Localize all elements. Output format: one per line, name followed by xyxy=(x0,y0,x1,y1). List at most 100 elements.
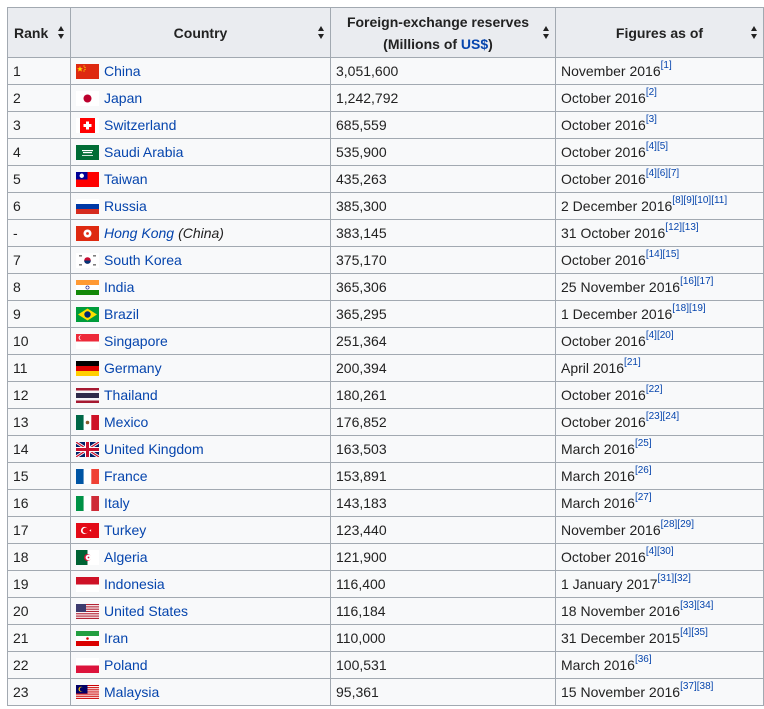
country-link[interactable]: Italy xyxy=(104,495,130,511)
south-korea-flag-icon[interactable] xyxy=(76,252,99,268)
country-link[interactable]: United Kingdom xyxy=(104,441,204,457)
china-flag-icon[interactable] xyxy=(76,63,99,79)
reference-links[interactable]: [31][32] xyxy=(658,573,691,584)
reserves-cell: 685,559 xyxy=(330,111,556,139)
country-link[interactable]: South Korea xyxy=(104,252,182,268)
figures-as-of-header-label: Figures as of xyxy=(615,24,704,41)
taiwan-flag-icon[interactable] xyxy=(76,171,99,187)
sort-icon[interactable] xyxy=(751,25,758,40)
reference-links[interactable]: [4][6][7] xyxy=(646,168,679,179)
country-link[interactable]: Taiwan xyxy=(104,171,148,187)
country-link[interactable]: Poland xyxy=(104,657,148,673)
reference-links[interactable]: [16][17] xyxy=(680,276,713,287)
country-header[interactable]: Country xyxy=(70,7,331,58)
table-row: 16 Italy 143,183 March 2016[27] xyxy=(7,489,764,517)
reference-links[interactable]: [4][20] xyxy=(646,330,674,341)
indonesia-flag-icon[interactable] xyxy=(76,576,99,592)
reference-links[interactable]: [21] xyxy=(624,357,641,368)
saudi-arabia-flag-icon[interactable] xyxy=(76,144,99,160)
russia-flag-icon[interactable] xyxy=(76,198,99,214)
country-link[interactable]: France xyxy=(104,468,148,484)
reference-links[interactable]: [25] xyxy=(635,438,652,449)
country-link[interactable]: Thailand xyxy=(104,387,158,403)
reserves-cell: 365,295 xyxy=(330,300,556,328)
turkey-flag-icon[interactable] xyxy=(76,522,99,538)
switzerland-flag-icon[interactable] xyxy=(76,117,99,133)
united-states-flag-icon[interactable] xyxy=(76,603,99,619)
country-link[interactable]: Switzerland xyxy=(104,117,176,133)
poland-flag-icon[interactable] xyxy=(76,657,99,673)
country-link[interactable]: Iran xyxy=(104,630,128,646)
rank-cell: 20 xyxy=(7,597,71,625)
reserves-header[interactable]: Foreign-exchange reserves (Millions of U… xyxy=(330,7,556,58)
figures-as-of-cell: 31 October 2016[12][13] xyxy=(555,219,764,247)
country-link[interactable]: United States xyxy=(104,603,188,619)
brazil-flag-icon[interactable] xyxy=(76,306,99,322)
hong-kong-flag-icon[interactable] xyxy=(76,225,99,241)
reference-links[interactable]: [26] xyxy=(635,465,652,476)
sort-icon[interactable] xyxy=(543,25,550,40)
mexico-flag-icon[interactable] xyxy=(76,414,99,430)
reference-links[interactable]: [28][29] xyxy=(661,519,694,530)
japan-flag-icon[interactable] xyxy=(76,90,99,106)
date-text: March 2016 xyxy=(561,495,635,511)
reference-links[interactable]: [4][30] xyxy=(646,546,674,557)
iran-flag-icon[interactable] xyxy=(76,630,99,646)
country-link[interactable]: Hong Kong xyxy=(104,225,174,241)
country-link[interactable]: Japan xyxy=(104,90,142,106)
rank-cell: 14 xyxy=(7,435,71,463)
reserves-cell: 100,531 xyxy=(330,651,556,679)
us-dollar-link[interactable]: US$ xyxy=(461,36,488,52)
reference-links[interactable]: [8][9][10][11] xyxy=(672,195,727,206)
reserves-cell: 251,364 xyxy=(330,327,556,355)
reference-links[interactable]: [4][5] xyxy=(646,141,668,152)
india-flag-icon[interactable] xyxy=(76,279,99,295)
country-cell: Poland xyxy=(70,651,331,679)
reference-links[interactable]: [3] xyxy=(646,114,657,125)
country-link[interactable]: Algeria xyxy=(104,549,148,565)
country-link[interactable]: Malaysia xyxy=(104,684,159,700)
rank-cell: 10 xyxy=(7,327,71,355)
reference-links[interactable]: [14][15] xyxy=(646,249,679,260)
reference-links[interactable]: [2] xyxy=(646,87,657,98)
rank-cell: 4 xyxy=(7,138,71,166)
sort-icon[interactable] xyxy=(58,25,65,40)
reference-links[interactable]: [18][19] xyxy=(672,303,705,314)
rank-cell: 7 xyxy=(7,246,71,274)
country-link[interactable]: India xyxy=(104,279,134,295)
country-link[interactable]: Turkey xyxy=(104,522,146,538)
reference-links[interactable]: [36] xyxy=(635,654,652,665)
thailand-flag-icon[interactable] xyxy=(76,387,99,403)
country-link[interactable]: Mexico xyxy=(104,414,148,430)
reference-links[interactable]: [22] xyxy=(646,384,663,395)
reference-links[interactable]: [4][35] xyxy=(680,627,708,638)
country-link[interactable]: Brazil xyxy=(104,306,139,322)
rank-cell: 16 xyxy=(7,489,71,517)
date-text: October 2016 xyxy=(561,549,646,565)
figures-as-of-header[interactable]: Figures as of xyxy=(555,7,764,58)
reference-links[interactable]: [33][34] xyxy=(680,600,713,611)
reference-links[interactable]: [27] xyxy=(635,492,652,503)
country-link[interactable]: Russia xyxy=(104,198,147,214)
reference-links[interactable]: [37][38] xyxy=(680,681,713,692)
reserves-cell: 535,900 xyxy=(330,138,556,166)
country-link[interactable]: Saudi Arabia xyxy=(104,144,183,160)
country-cell: Hong Kong (China) xyxy=(70,219,331,247)
country-link[interactable]: Germany xyxy=(104,360,162,376)
malaysia-flag-icon[interactable] xyxy=(76,684,99,700)
country-link[interactable]: China xyxy=(104,63,141,79)
united-kingdom-flag-icon[interactable] xyxy=(76,441,99,457)
italy-flag-icon[interactable] xyxy=(76,495,99,511)
algeria-flag-icon[interactable] xyxy=(76,549,99,565)
germany-flag-icon[interactable] xyxy=(76,360,99,376)
france-flag-icon[interactable] xyxy=(76,468,99,484)
country-cell: Switzerland xyxy=(70,111,331,139)
country-link[interactable]: Singapore xyxy=(104,333,168,349)
singapore-flag-icon[interactable] xyxy=(76,333,99,349)
reference-links[interactable]: [23][24] xyxy=(646,411,679,422)
country-link[interactable]: Indonesia xyxy=(104,576,165,592)
reference-links[interactable]: [12][13] xyxy=(665,222,698,233)
reference-links[interactable]: [1] xyxy=(661,60,672,71)
rank-header[interactable]: Rank xyxy=(7,7,71,58)
sort-icon[interactable] xyxy=(318,25,325,40)
